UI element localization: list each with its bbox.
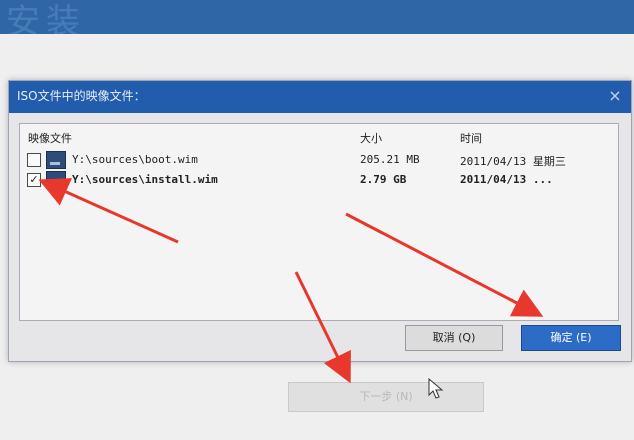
arrow-to-next-button — [294, 271, 351, 384]
arrow-to-ok-button — [345, 212, 544, 317]
annotation-arrows — [38, 178, 544, 384]
arrow-to-install-checkbox — [38, 178, 179, 244]
